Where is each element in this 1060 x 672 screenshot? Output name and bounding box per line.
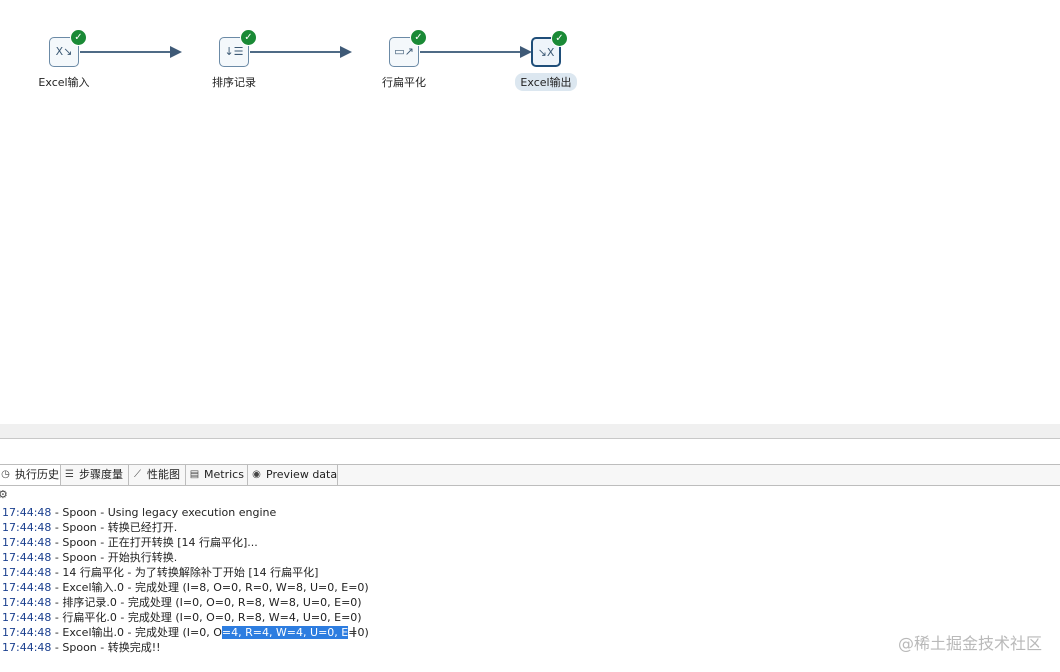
history-icon: ◷ (1, 469, 10, 480)
sort-rows-icon[interactable]: ↓☰ ✓ (219, 29, 257, 67)
log-line: 17:44:48 - 行扁平化.0 - 完成处理 (I=0, O=0, R=8,… (2, 611, 362, 624)
tab-performance-chart[interactable]: ⟋ 性能图 (129, 465, 186, 485)
log-line: 17:44:48 - Excel输入.0 - 完成处理 (I=8, O=0, R… (2, 581, 369, 594)
step-label: 排序记录 (212, 76, 256, 89)
text-cursor-icon: I (352, 626, 356, 641)
success-check-icon: ✓ (240, 29, 257, 46)
metrics-icon: ▤ (189, 469, 200, 480)
tab-preview-data[interactable]: ◉ Preview data (248, 465, 338, 485)
log-toolbar: ⚙ (0, 486, 1060, 504)
watermark: @稀土掘金技术社区 (897, 634, 1042, 653)
performance-chart-icon: ⟋ (134, 469, 141, 480)
log-line: 17:44:48 - Excel输出.0 - 完成处理 (I=0, O=4, R… (2, 626, 369, 639)
log-line: 17:44:48 - 14 行扁平化 - 为了转换解除补丁开始 [14 行扁平化… (2, 566, 319, 579)
step-label: Excel输入 (38, 76, 90, 89)
step-metrics-icon: ☰ (65, 469, 74, 480)
log-line: 17:44:48 - 排序记录.0 - 完成处理 (I=0, O=0, R=8,… (2, 596, 362, 609)
success-check-icon: ✓ (70, 29, 87, 46)
step-row-flattener[interactable]: ▭↗ ✓ 行扁平化 (359, 29, 449, 91)
settings-icon[interactable]: ⚙ (0, 488, 8, 501)
panel-spacer (0, 439, 1060, 464)
step-excel-output[interactable]: ↘X ✓ Excel输出 (501, 30, 591, 91)
panel-splitter[interactable] (0, 424, 1060, 439)
selected-text: =4, R=4, W=4, U=0, E (221, 626, 349, 639)
hop-arrow-icon (170, 46, 182, 58)
success-check-icon: ✓ (410, 29, 427, 46)
excel-input-icon[interactable]: X↘ ✓ (49, 29, 87, 67)
step-label: Excel输出 (515, 73, 577, 91)
log-line: 17:44:48 - Spoon - 转换完成!! (2, 641, 161, 654)
tab-metrics[interactable]: ▤ Metrics (186, 465, 248, 485)
transformation-canvas[interactable]: X↘ ✓ Excel输入 ↓☰ ✓ 排序记录 ▭↗ ✓ 行扁平化 ↘X ✓ Ex… (0, 0, 1060, 424)
excel-output-icon[interactable]: ↘X ✓ (531, 30, 568, 67)
step-sort-rows[interactable]: ↓☰ ✓ 排序记录 (189, 29, 279, 91)
tab-execution-history[interactable]: ◷ 执行历史 (0, 465, 61, 485)
step-excel-input[interactable]: X↘ ✓ Excel输入 (19, 29, 109, 91)
log-line: 17:44:48 - Spoon - Using legacy executio… (2, 506, 277, 519)
log-line: 17:44:48 - Spoon - 转换已经打开. (2, 521, 178, 534)
execution-results-tabbar: ◷ 执行历史 ☰ 步骤度量 ⟋ 性能图 ▤ Metrics ◉ Preview … (0, 464, 1060, 486)
row-flattener-icon[interactable]: ▭↗ ✓ (389, 29, 427, 67)
step-label: 行扁平化 (382, 76, 426, 89)
log-output[interactable]: 17:44:48 - Spoon - Using legacy executio… (2, 505, 1052, 655)
hop-arrow-icon (340, 46, 352, 58)
log-line: 17:44:48 - Spoon - 开始执行转换. (2, 551, 178, 564)
success-check-icon: ✓ (551, 30, 568, 47)
tab-step-metrics[interactable]: ☰ 步骤度量 (61, 465, 129, 485)
log-line: 17:44:48 - Spoon - 正在打开转换 [14 行扁平化]... (2, 536, 258, 549)
preview-eye-icon: ◉ (252, 469, 261, 480)
